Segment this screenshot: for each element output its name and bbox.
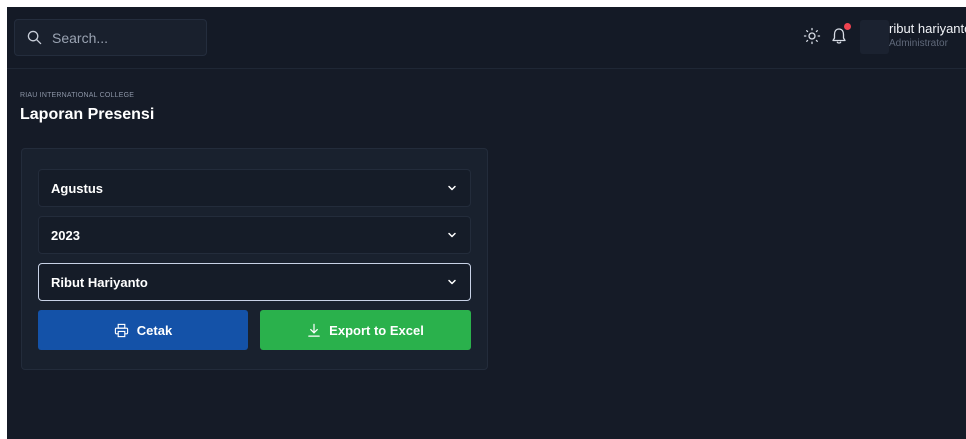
- year-select-value: 2023: [51, 227, 80, 243]
- employee-select-value: Ribut Hariyanto: [51, 274, 148, 290]
- print-button[interactable]: Cetak: [38, 310, 248, 350]
- app-window: ribut hariyanto Administrator RIAU INTER…: [7, 7, 966, 439]
- bell-icon: [832, 28, 846, 44]
- employee-select[interactable]: Ribut Hariyanto: [38, 263, 471, 301]
- report-filter-card: Agustus 2023 Ribut Hariyanto Cetak Expor…: [21, 148, 488, 370]
- chevron-down-icon: [448, 279, 456, 285]
- user-role: Administrator: [889, 38, 948, 49]
- top-bar: ribut hariyanto Administrator: [7, 7, 966, 69]
- month-select[interactable]: Agustus: [38, 169, 471, 207]
- print-button-label: Cetak: [136, 322, 173, 338]
- export-excel-label: Export to Excel: [329, 322, 424, 338]
- printer-icon: [114, 323, 128, 337]
- search-box[interactable]: [14, 19, 207, 56]
- theme-toggle-button[interactable]: [803, 27, 821, 45]
- avatar[interactable]: [860, 20, 889, 54]
- chevron-down-icon: [448, 232, 456, 238]
- page-title: Laporan Presensi: [20, 106, 155, 123]
- user-name[interactable]: ribut hariyanto: [889, 21, 966, 36]
- year-select[interactable]: 2023: [38, 216, 471, 254]
- notification-badge: [844, 23, 851, 30]
- export-excel-button[interactable]: Export to Excel: [260, 310, 471, 350]
- month-select-value: Agustus: [51, 180, 103, 196]
- notifications-button[interactable]: [830, 23, 851, 46]
- organization-label: RIAU INTERNATIONAL COLLEGE: [20, 92, 135, 99]
- search-icon: [27, 30, 42, 45]
- sun-icon: [803, 27, 821, 45]
- chevron-down-icon: [448, 185, 456, 191]
- search-input[interactable]: [50, 28, 204, 47]
- download-icon: [308, 323, 320, 337]
